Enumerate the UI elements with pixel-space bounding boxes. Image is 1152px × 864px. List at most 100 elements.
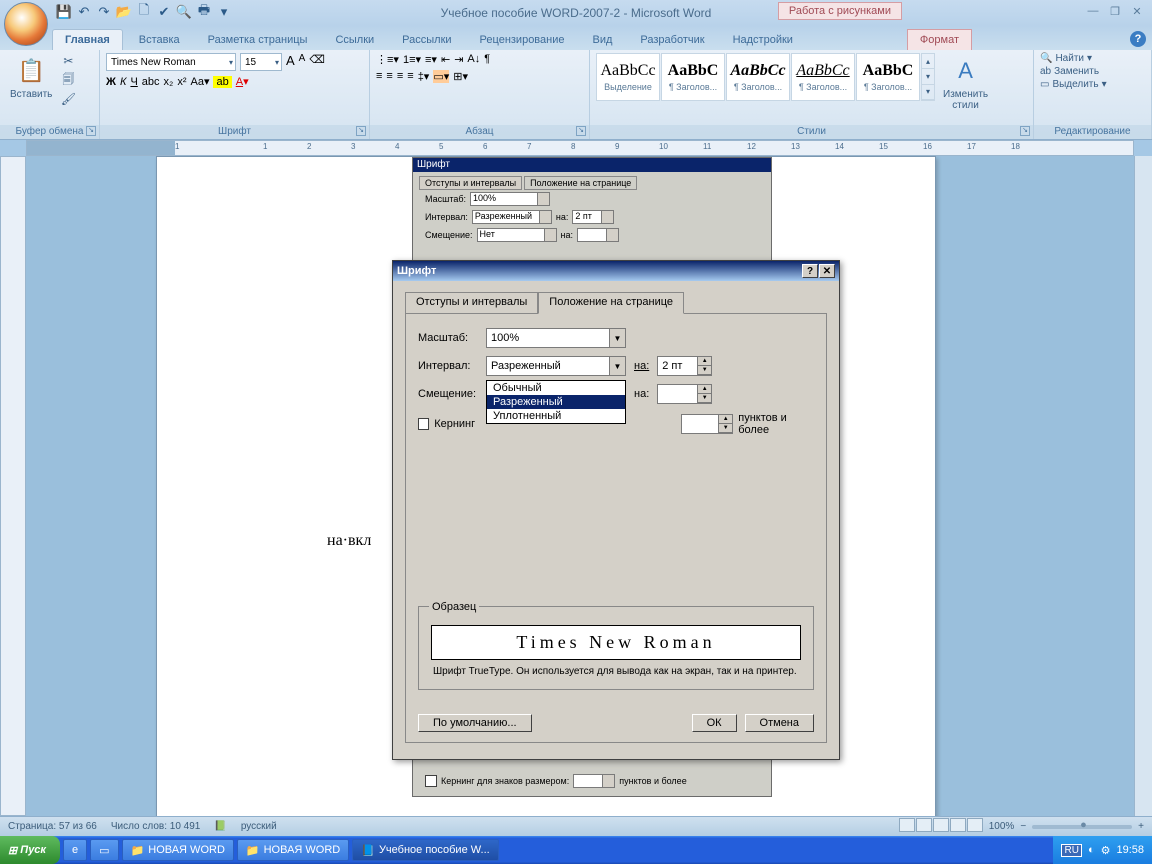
spellcheck-icon[interactable]: ✔ — [156, 4, 172, 20]
select-button[interactable]: ▭Выделить ▾ — [1040, 79, 1107, 90]
tb-folder-2[interactable]: 📁НОВАЯ WORD — [237, 839, 349, 861]
horizontal-ruler[interactable]: 1123456789101112131415161718 — [26, 140, 1134, 156]
status-words[interactable]: Число слов: 10 491 — [111, 821, 201, 832]
strike-icon[interactable]: abc — [142, 76, 160, 88]
superscript-icon[interactable]: x² — [177, 76, 186, 88]
grow-font-icon[interactable]: A — [286, 53, 295, 71]
inc-indent-icon[interactable]: ⇥ — [454, 53, 463, 66]
tab-view[interactable]: Вид — [581, 30, 625, 50]
tab-spacing[interactable]: Отступы и интервалы — [405, 292, 538, 314]
bullets-icon[interactable]: ⋮≡▾ — [376, 53, 399, 66]
view-buttons[interactable] — [898, 818, 983, 835]
redo-icon[interactable]: ↷ — [96, 4, 112, 20]
line-spacing-icon[interactable]: ‡▾ — [418, 70, 430, 83]
open-icon[interactable]: 📂 — [116, 4, 132, 20]
align-right-icon[interactable]: ≡ — [397, 70, 403, 83]
tab-page-position[interactable]: Положение на странице — [538, 292, 684, 314]
status-page[interactable]: Страница: 57 из 66 — [8, 821, 97, 832]
tab-references[interactable]: Ссылки — [323, 30, 386, 50]
italic-icon[interactable]: К — [120, 76, 126, 88]
change-case-icon[interactable]: Aa▾ — [190, 75, 209, 88]
zoom-in-icon[interactable]: + — [1138, 821, 1144, 832]
ok-button[interactable]: ОК — [692, 714, 737, 732]
format-painter-icon[interactable]: 🖌 — [60, 91, 76, 107]
qat-more-icon[interactable]: ▾ — [216, 4, 232, 20]
font-size-combo[interactable]: 15 — [240, 53, 282, 71]
kerning-size-spin[interactable]: ▲▼ — [681, 414, 733, 434]
clipboard-launcher-icon[interactable]: ↘ — [86, 126, 96, 136]
printpreview-icon[interactable]: 🔍 — [176, 4, 192, 20]
dialog-close-icon[interactable]: ✕ — [819, 264, 835, 278]
change-styles-button[interactable]: A Изменить стили — [939, 53, 992, 113]
para-launcher-icon[interactable]: ↘ — [576, 126, 586, 136]
language-indicator[interactable]: RU — [1061, 844, 1081, 857]
find-button[interactable]: 🔍Найти ▾ — [1040, 53, 1107, 64]
contextual-tab-pictures[interactable]: Работа с рисунками — [778, 2, 902, 20]
tab-layout[interactable]: Разметка страницы — [196, 30, 320, 50]
shading-icon[interactable]: ▭▾ — [433, 70, 449, 83]
kerning-checkbox[interactable] — [418, 418, 429, 430]
tab-format[interactable]: Формат — [907, 29, 972, 50]
dialog-help-icon[interactable]: ? — [802, 264, 818, 278]
tab-addins[interactable]: Надстройки — [721, 30, 805, 50]
print-icon[interactable]: 🖶 — [196, 4, 212, 20]
zoom-value[interactable]: 100% — [989, 821, 1015, 832]
tray-icon-2[interactable]: ⚙ — [1101, 844, 1111, 857]
replace-button[interactable]: abЗаменить — [1040, 66, 1107, 77]
system-tray[interactable]: RU ◐ ⚙ 19:58 — [1053, 836, 1152, 864]
interval-value-spin[interactable]: 2 пт▲▼ — [657, 356, 712, 376]
zoom-slider[interactable] — [1032, 825, 1132, 829]
start-button[interactable]: ⊞ Пуск — [0, 836, 60, 864]
interval-opt-expanded[interactable]: Разреженный — [487, 395, 625, 409]
multilevel-icon[interactable]: ≡▾ — [425, 53, 437, 66]
subscript-icon[interactable]: x₂ — [164, 76, 174, 88]
tab-home[interactable]: Главная — [52, 29, 123, 50]
underline-icon[interactable]: Ч — [130, 76, 137, 88]
styles-launcher-icon[interactable]: ↘ — [1020, 126, 1030, 136]
vertical-ruler[interactable] — [0, 156, 26, 816]
tab-review[interactable]: Рецензирование — [468, 30, 577, 50]
clock[interactable]: 19:58 — [1116, 844, 1144, 856]
interval-opt-normal[interactable]: Обычный — [487, 381, 625, 395]
bold-icon[interactable]: Ж — [106, 76, 116, 88]
dialog-titlebar[interactable]: Шрифт ? ✕ — [393, 261, 839, 281]
offset-value-spin[interactable]: ▲▼ — [657, 384, 712, 404]
tab-insert[interactable]: Вставка — [127, 30, 192, 50]
zoom-out-icon[interactable]: − — [1020, 821, 1026, 832]
font-launcher-icon[interactable]: ↘ — [356, 126, 366, 136]
dec-indent-icon[interactable]: ⇤ — [441, 53, 450, 66]
align-left-icon[interactable]: ≡ — [376, 70, 382, 83]
undo-icon[interactable]: ↶ — [76, 4, 92, 20]
tray-icon-1[interactable]: ◐ — [1088, 844, 1095, 856]
spell-status-icon[interactable]: 📗 — [214, 821, 226, 832]
styles-gallery[interactable]: AaBbCcВыделение AaBbC¶ Заголов... AaBbCc… — [596, 53, 935, 101]
vertical-scrollbar[interactable] — [1134, 156, 1152, 816]
numbering-icon[interactable]: 1≡▾ — [403, 53, 421, 66]
sort-icon[interactable]: A↓ — [467, 53, 480, 66]
help-icon[interactable]: ? — [1130, 31, 1146, 47]
ql-desktop[interactable]: ▭ — [90, 839, 118, 861]
maximize-icon[interactable]: ❐ — [1105, 3, 1125, 19]
interval-dropdown-list[interactable]: Обычный Разреженный Уплотненный — [486, 380, 626, 424]
show-marks-icon[interactable]: ¶ — [484, 53, 490, 66]
copy-icon[interactable]: 🗐 — [60, 72, 76, 88]
highlight-icon[interactable]: ab — [213, 76, 231, 88]
justify-icon[interactable]: ≡ — [407, 70, 413, 83]
new-icon[interactable]: 🗋 — [136, 4, 152, 20]
cancel-button[interactable]: Отмена — [745, 714, 814, 732]
font-name-combo[interactable]: Times New Roman — [106, 53, 236, 71]
interval-dropdown[interactable]: Разреженный▼ — [486, 356, 626, 376]
cut-icon[interactable]: ✂ — [60, 53, 76, 69]
font-color-icon[interactable]: A▾ — [236, 75, 249, 88]
scale-dropdown[interactable]: 100%▼ — [486, 328, 626, 348]
status-language[interactable]: русский — [241, 821, 277, 832]
tb-folder-1[interactable]: 📁НОВАЯ WORD — [122, 839, 234, 861]
paste-button[interactable]: 📋 Вставить — [6, 53, 56, 102]
minimize-icon[interactable]: — — [1083, 3, 1103, 19]
save-icon[interactable]: 💾 — [56, 4, 72, 20]
ql-ie[interactable]: e — [63, 839, 87, 861]
default-button[interactable]: По умолчанию... — [418, 714, 532, 732]
align-center-icon[interactable]: ≡ — [386, 70, 392, 83]
styles-scroll[interactable]: ▴▾▾ — [921, 53, 935, 101]
tab-mailings[interactable]: Рассылки — [390, 30, 463, 50]
